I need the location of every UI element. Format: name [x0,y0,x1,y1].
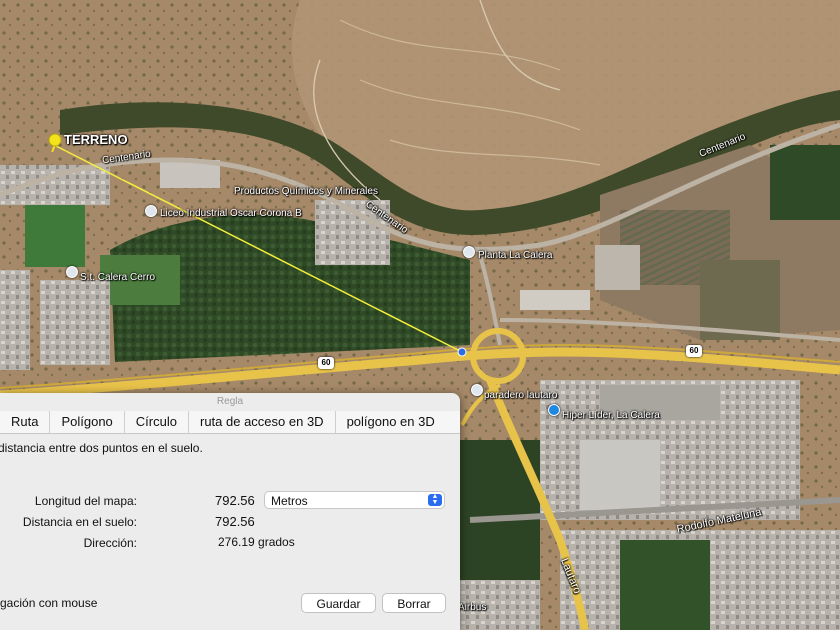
map-label-productos[interactable]: Productos Químicos y Minerales [234,186,378,197]
map-label-paradero[interactable]: paradero lautaro [484,390,557,401]
route-60-shield: 60 [686,345,702,357]
map-length-label: Longitud del mapa: [34,494,137,508]
map-label-airbus: Airbus [458,602,487,613]
measure-description: distancia entre dos puntos en el suelo. [0,441,203,455]
map-length-value: 792.56 [215,493,255,508]
chevron-updown-icon: ▲ ▼ [428,493,442,506]
shopping-icon[interactable] [548,404,560,416]
map-label-calera-cerro[interactable]: S.t. Calera Cerro [80,272,155,283]
dialog-title: Regla [216,396,244,407]
clear-button[interactable]: Borrar [382,593,446,613]
poi-icon[interactable] [463,246,475,258]
tab-ruta-3d[interactable]: ruta de acceso en 3D [189,411,336,433]
tab-ruta[interactable]: Ruta [0,411,51,433]
unit-select[interactable]: Metros ▲ ▼ [264,491,445,509]
mouse-navigation-checkbox-label[interactable]: gación con mouse [0,596,97,610]
ground-distance-value: 792.56 [215,514,255,529]
map-label-hiper[interactable]: Hiper Líder, La Calera [562,410,660,421]
route-60-shield: 60 [318,357,334,369]
map-label-terreno[interactable]: TERRENO [64,132,128,147]
measure-end-point[interactable] [457,347,467,357]
save-button[interactable]: Guardar [301,593,376,613]
tab-poligono[interactable]: Polígono [50,411,125,433]
map-label-planta[interactable]: Planta La Calera [478,250,553,261]
ruler-tabs: Ruta Polígono Círculo ruta de acceso en … [0,411,460,434]
map-label-liceo[interactable]: Liceo Industrial Oscar Corona B [160,208,302,219]
direction-value: 276.19 grados [218,535,295,549]
direction-label: Dirección: [83,536,137,550]
bus-stop-icon[interactable] [471,384,483,396]
unit-select-value: Metros [271,494,308,508]
tab-circulo[interactable]: Círculo [125,411,189,433]
poi-icon[interactable] [145,205,157,217]
tab-poligono-3d[interactable]: polígono en 3D [336,411,446,433]
ruler-dialog: Regla Ruta Polígono Círculo ruta de acce… [0,393,460,630]
ground-distance-label: Distancia en el suelo: [22,515,137,529]
poi-icon[interactable] [66,266,78,278]
